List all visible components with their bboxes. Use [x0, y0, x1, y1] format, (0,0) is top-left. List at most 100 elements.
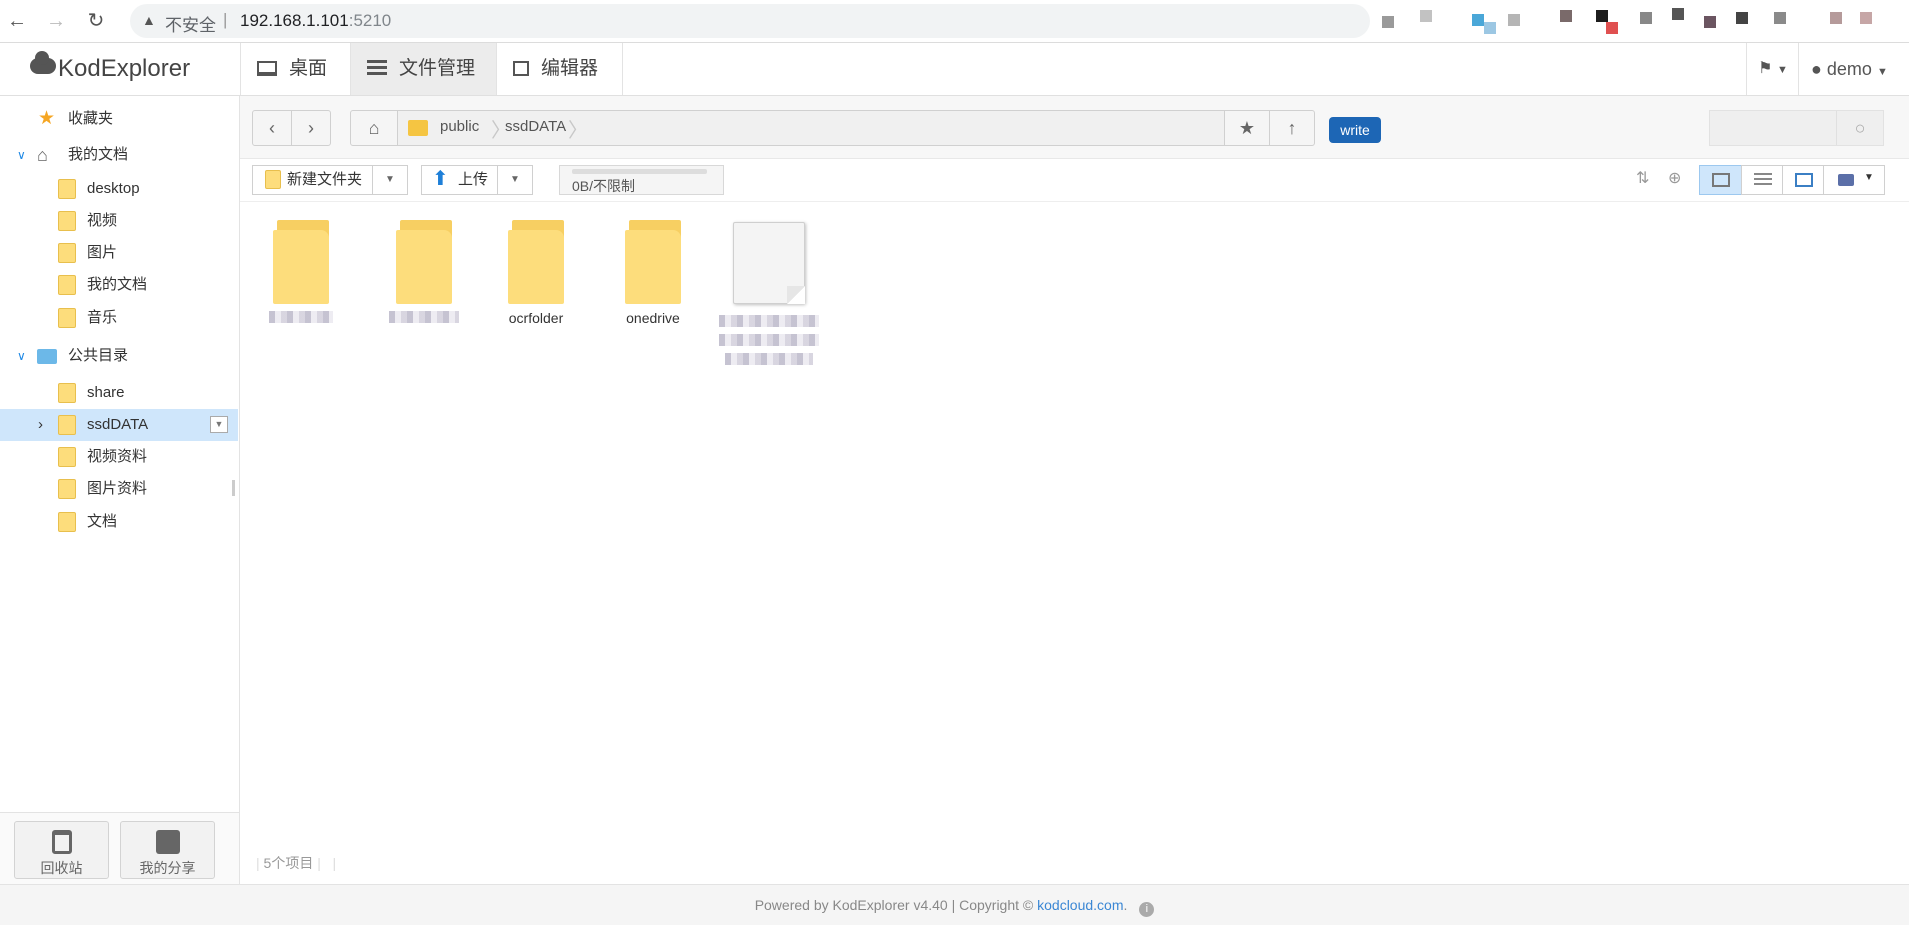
insecure-label: 不安全 [165, 16, 216, 35]
tab-desktop-label: 桌面 [289, 58, 328, 79]
tab-editor[interactable]: 编辑器 [497, 43, 623, 95]
split-view-icon [1795, 173, 1813, 187]
folder-icon [58, 415, 76, 435]
status-item-count: | 5个项目 | | [256, 855, 337, 871]
file-item-folder[interactable] [251, 220, 351, 326]
folder-icon [58, 179, 76, 199]
recycle-label: 回收站 [40, 860, 83, 876]
recycle-bin-button[interactable]: 回收站 [14, 821, 109, 879]
sidebar-item-label: 文档 [87, 513, 118, 530]
cloud-icon [30, 51, 56, 74]
breadcrumb-public[interactable]: public [440, 118, 479, 135]
chevron-down-icon: ▼ [1876, 66, 1888, 78]
tab-desktop[interactable]: 桌面 [240, 43, 351, 95]
sidebar-item-video[interactable]: 视频 [0, 205, 238, 237]
sidebar-item-pictures[interactable]: 图片 [0, 237, 238, 269]
footer-link[interactable]: kodcloud.com [1037, 897, 1123, 913]
edit-icon [513, 61, 529, 76]
home-icon: ⌂ [37, 145, 48, 165]
url-port: :5210 [348, 11, 392, 30]
language-menu[interactable]: ⚑ ▼ [1746, 43, 1799, 95]
reload-icon[interactable]: ↻ [82, 7, 110, 35]
list-view-button[interactable] [1741, 165, 1783, 195]
home-button[interactable]: ⌂ [350, 110, 398, 146]
file-item-ocrfolder[interactable]: ocrfolder [486, 220, 586, 326]
sidebar-item-documents[interactable]: 我的文档 [0, 269, 238, 301]
file-item-onedrive[interactable]: onedrive [603, 220, 703, 326]
favorite-button[interactable]: ★ [1224, 110, 1270, 146]
sidebar-item-video-files[interactable]: 视频资料 [0, 441, 238, 473]
folder-icon [58, 512, 76, 532]
user-menu[interactable]: ● demo ▼ [1798, 43, 1909, 95]
folder-icon [508, 220, 564, 304]
star-icon: ★ [38, 108, 56, 129]
footer-suffix: . [1123, 897, 1128, 913]
folder-icon [625, 220, 681, 304]
file-name: onedrive [626, 310, 680, 326]
my-share-button[interactable]: 我的分享 [120, 821, 215, 879]
sidebar-item-picture-files[interactable]: 图片资料 [0, 473, 238, 505]
search-icon[interactable]: ○ [1836, 111, 1883, 145]
folder-icon [265, 170, 281, 189]
tab-files-label: 文件管理 [399, 58, 476, 79]
folder-icon [58, 447, 76, 467]
chevron-down-icon[interactable]: ▼ [497, 166, 532, 194]
trash-icon [51, 830, 72, 854]
sidebar-item-my-docs[interactable]: ∨ ⌂ 我的文档 [0, 139, 238, 171]
chevron-down-icon: ▼ [1776, 64, 1788, 76]
app-logo[interactable]: KodExplorer [30, 51, 190, 83]
sidebar-item-favorites[interactable]: ★ 收藏夹 [0, 103, 238, 135]
share-icon [155, 830, 180, 854]
quota-text: 0B/不限制 [572, 178, 636, 194]
parent-dir-button[interactable]: ↑ [1269, 110, 1315, 146]
footer: Powered by KodExplorer v4.40 | Copyright… [0, 884, 1909, 925]
breadcrumb-ssddata[interactable]: ssdDATA [505, 118, 566, 135]
tab-file-manager[interactable]: 文件管理 [351, 43, 497, 95]
forward-arrow-icon[interactable]: → [42, 7, 70, 35]
sidebar-item-label: ssdDATA [87, 416, 149, 433]
folder-icon [273, 220, 329, 304]
sidebar-item-ssddata[interactable]: › ssdDATA ▼ [0, 409, 238, 441]
icon-view-button[interactable] [1699, 165, 1742, 195]
sidebar-item-share[interactable]: share [0, 377, 238, 409]
sidebar-item-desktop[interactable]: desktop [0, 173, 238, 205]
flag-icon: ⚑ [1758, 60, 1773, 77]
public-folder-icon [408, 120, 428, 136]
document-icon [733, 222, 805, 304]
public-label: 公共目录 [68, 347, 129, 364]
file-item-document[interactable] [719, 222, 819, 368]
share-label: 我的分享 [139, 860, 196, 876]
file-item-folder[interactable] [374, 220, 474, 326]
resize-handle[interactable] [232, 480, 235, 496]
sidebar-item-docs[interactable]: 文档 [0, 506, 238, 538]
public-folder-icon [37, 349, 57, 364]
tab-editor-label: 编辑器 [541, 58, 599, 79]
chevron-down-icon[interactable]: ▼ [372, 166, 407, 194]
extension-icons [1360, 6, 1900, 38]
sidebar-item-label: 视频资料 [87, 448, 148, 465]
sidebar-item-public[interactable]: ∨ 公共目录 [0, 340, 238, 372]
folder-icon [58, 275, 76, 295]
back-arrow-icon[interactable]: ← [3, 7, 31, 35]
info-icon[interactable]: i [1139, 902, 1155, 917]
sort-icon[interactable]: ⇅ [1636, 168, 1649, 188]
monitor-icon [257, 61, 277, 76]
sidebar-item-music[interactable]: 音乐 [0, 302, 238, 334]
folder-icon [58, 243, 76, 263]
breadcrumb: public 〉 ssdDATA 〉 [397, 110, 1225, 146]
theme-menu-button[interactable]: ▼ [1823, 165, 1885, 195]
item-menu-icon[interactable]: ▼ [210, 416, 228, 433]
url-host: 192.168.1.101 [240, 11, 349, 30]
upload-button[interactable]: ⬆ 上传 ▼ [421, 165, 533, 195]
history-forward-button[interactable]: › [291, 110, 331, 146]
chevron-down-icon: ∨ [17, 148, 26, 162]
history-back-button[interactable]: ‹ [252, 110, 292, 146]
address-bar[interactable]: ▲ 不安全 | 192.168.1.101:5210 [130, 4, 1370, 38]
split-view-button[interactable] [1782, 165, 1824, 195]
home-icon: ⌂ [368, 118, 380, 138]
zoom-icon[interactable]: ⊕ [1668, 168, 1681, 188]
new-folder-button[interactable]: 新建文件夹 ▼ [252, 165, 408, 195]
search-input[interactable]: ○ [1709, 110, 1884, 146]
folder-icon [58, 308, 76, 328]
theme-icon [1838, 174, 1854, 186]
